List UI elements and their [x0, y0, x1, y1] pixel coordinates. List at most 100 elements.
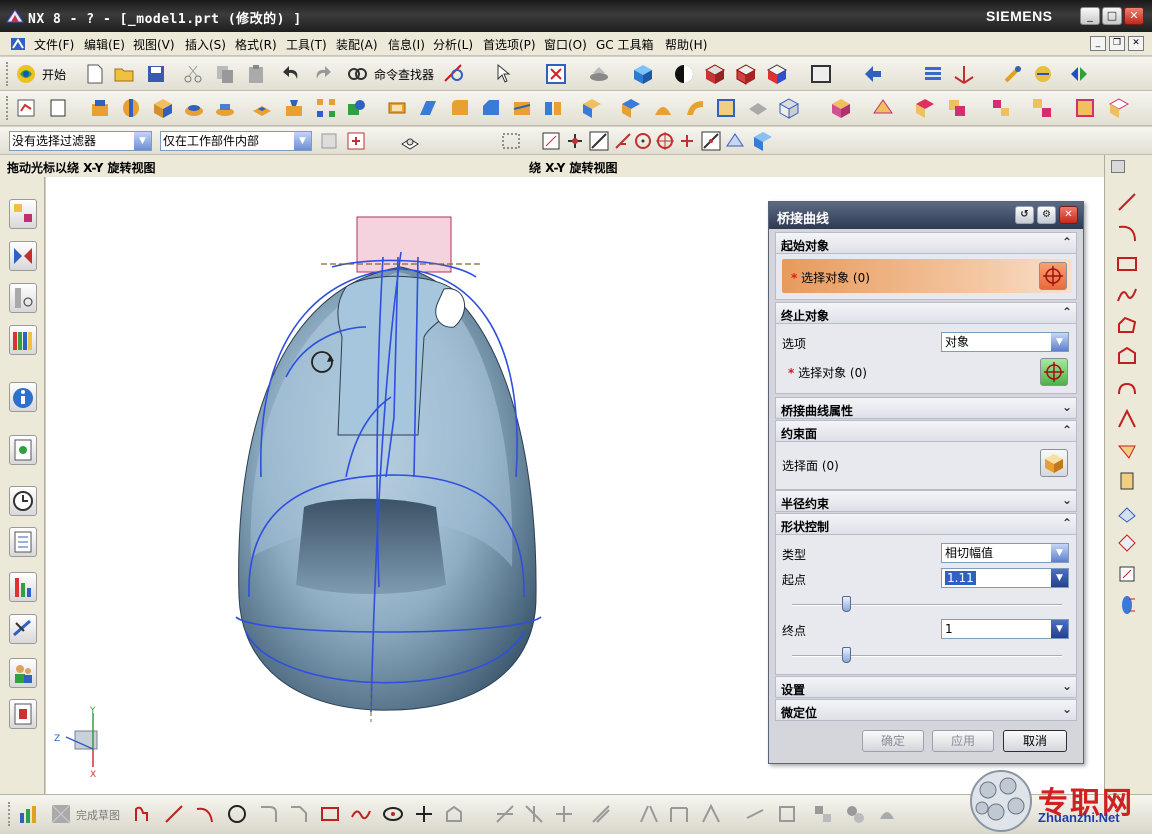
end-point-slider-thumb[interactable]: [841, 647, 851, 663]
shell-icon[interactable]: [386, 97, 408, 119]
layer-icon[interactable]: [922, 63, 944, 85]
wcs-icon[interactable]: [953, 63, 975, 85]
sketch-point-icon[interactable]: [413, 803, 435, 825]
cancel-button[interactable]: 取消: [1003, 730, 1067, 752]
background-color-icon[interactable]: [810, 63, 832, 85]
finish-sketch-label[interactable]: 完成草图: [76, 807, 120, 823]
menu-info[interactable]: 信息(I): [388, 36, 425, 53]
project-curve-icon[interactable]: [1115, 407, 1139, 431]
move-component-icon[interactable]: [914, 97, 936, 119]
transparent-cube-icon[interactable]: [778, 97, 800, 119]
start-icon[interactable]: [15, 63, 37, 85]
sketch-circle-icon[interactable]: [226, 803, 248, 825]
menu-help[interactable]: 帮助(H): [665, 36, 707, 53]
select-feature-icon[interactable]: [399, 130, 421, 152]
toolbar-options-icon[interactable]: [1111, 160, 1125, 173]
quick-trim-icon[interactable]: [494, 803, 516, 825]
constraint-navigator-icon[interactable]: [9, 241, 37, 271]
clearance-icon[interactable]: [1108, 97, 1130, 119]
pattern-icon[interactable]: [315, 97, 337, 119]
arc-tool-icon[interactable]: [1115, 221, 1139, 245]
dialog-close-button[interactable]: ✕: [1059, 206, 1078, 224]
menu-assembly[interactable]: 装配(A): [336, 36, 378, 53]
menu-view[interactable]: 视图(V): [133, 36, 175, 53]
close-button[interactable]: ✕: [1124, 7, 1144, 25]
sketch-chamfer-icon[interactable]: [288, 803, 310, 825]
selection-scope-select[interactable]: 仅在工作部件内部 ▼: [160, 131, 312, 151]
assembly-navigator-icon[interactable]: [9, 199, 37, 229]
sketch-arc-icon[interactable]: [194, 803, 216, 825]
make-corner-icon[interactable]: [553, 803, 575, 825]
bridge-curve-tool-icon[interactable]: [1115, 376, 1139, 400]
profile-icon[interactable]: [133, 803, 155, 825]
render-style-icon[interactable]: [673, 63, 695, 85]
revolve-icon[interactable]: [120, 97, 142, 119]
roles-icon[interactable]: [9, 658, 37, 688]
command-finder-icon[interactable]: [346, 63, 368, 85]
sketch-line-icon[interactable]: [163, 803, 185, 825]
sketch-icon[interactable]: [15, 97, 37, 119]
orient-view-icon[interactable]: [862, 63, 884, 85]
display-edges-icon[interactable]: [766, 63, 788, 85]
redo-icon[interactable]: [311, 63, 333, 85]
apply-button[interactable]: 应用: [932, 730, 994, 752]
shaded-cube-icon[interactable]: [632, 63, 654, 85]
block-icon[interactable]: [152, 97, 174, 119]
section-start-object[interactable]: 起始对象 ⌃: [775, 232, 1077, 254]
animate-dimension-icon[interactable]: [776, 803, 798, 825]
start-point-slider-thumb[interactable]: [841, 596, 851, 612]
system-materials-icon[interactable]: [9, 527, 37, 557]
maximize-button[interactable]: □: [1102, 7, 1122, 25]
boss-icon[interactable]: [214, 97, 236, 119]
menu-gc-toolbox[interactable]: GC 工具箱: [596, 36, 654, 53]
menu-file[interactable]: 文件(F): [34, 36, 74, 53]
pad-icon[interactable]: [183, 97, 205, 119]
convert-reference-icon[interactable]: [812, 803, 834, 825]
section-radius-constraint[interactable]: 半径约束 ⌄: [775, 490, 1077, 512]
system-scene-icon[interactable]: [9, 699, 37, 729]
polygon-tool-icon[interactable]: [1115, 314, 1139, 338]
manufacturing-wizard-icon[interactable]: [9, 614, 37, 644]
offset-face-icon[interactable]: [581, 97, 603, 119]
menu-format[interactable]: 格式(R): [235, 36, 277, 53]
process-studio-icon[interactable]: [9, 572, 37, 602]
intersect-curve-icon[interactable]: [1115, 438, 1139, 462]
ok-button[interactable]: 确定: [862, 730, 924, 752]
start-select-row[interactable]: * 选择对象 (0): [782, 259, 1072, 293]
select-end-crosshair-icon[interactable]: [1040, 358, 1068, 386]
assembly-tool-icon[interactable]: [1068, 63, 1090, 85]
toolbar-grip[interactable]: [8, 802, 12, 826]
array-component-icon[interactable]: [990, 97, 1012, 119]
rectangle-tool-icon[interactable]: [1115, 252, 1139, 276]
analysis-tool-icon[interactable]: [1032, 63, 1054, 85]
option-select[interactable]: 对象 ▼: [941, 332, 1069, 352]
show-constraints-icon[interactable]: [744, 803, 766, 825]
section-fine-position[interactable]: 微定位 ⌄: [775, 699, 1077, 721]
infer-constraints-icon[interactable]: [876, 803, 898, 825]
measure-icon[interactable]: [443, 63, 465, 85]
sketch-spline-icon[interactable]: [350, 803, 372, 825]
line-tool-icon[interactable]: [1115, 190, 1139, 214]
alternate-solution-icon[interactable]: [844, 803, 866, 825]
history-icon[interactable]: [9, 486, 37, 516]
nx-menu-icon[interactable]: [10, 36, 26, 52]
menu-edit[interactable]: 编辑(E): [84, 36, 125, 53]
snap-on-face-icon[interactable]: [724, 130, 746, 152]
open-folder-icon[interactable]: [113, 63, 135, 85]
undo-icon[interactable]: [281, 63, 303, 85]
sketch-rectangle-icon[interactable]: [319, 803, 341, 825]
through-curves-icon[interactable]: [652, 97, 674, 119]
draft-icon[interactable]: [417, 97, 439, 119]
snap-end-point-icon[interactable]: [540, 130, 562, 152]
start-point-input[interactable]: 1.11 ▼: [941, 568, 1069, 588]
extract-curve-icon[interactable]: [1115, 500, 1139, 524]
minimize-button[interactable]: _: [1080, 7, 1100, 25]
ruled-icon[interactable]: [715, 97, 737, 119]
snap-mid-point-icon[interactable]: [564, 130, 586, 152]
pocket-icon[interactable]: [251, 97, 273, 119]
end-point-input[interactable]: 1 ▼: [941, 619, 1069, 639]
edge-blend-icon[interactable]: [449, 97, 471, 119]
geometric-constraint-icon[interactable]: [700, 803, 722, 825]
web-browser-icon[interactable]: [9, 435, 37, 465]
sketch-task-icon[interactable]: [18, 803, 40, 825]
